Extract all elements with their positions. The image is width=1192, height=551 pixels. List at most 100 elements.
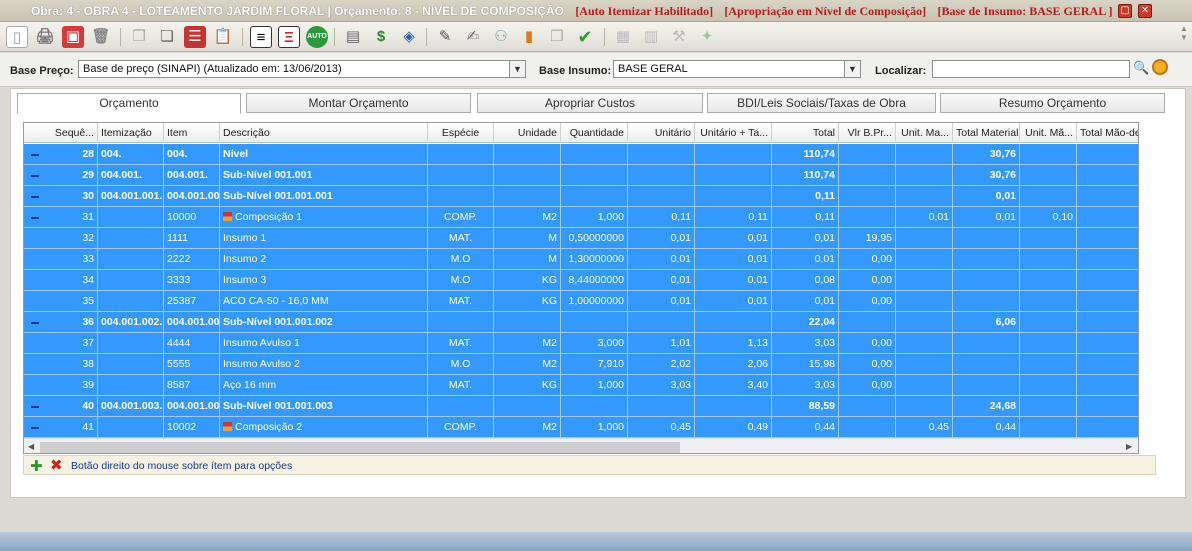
column-header[interactable]: Unitário — [628, 123, 695, 143]
column-header[interactable]: Unit. Ma... — [896, 123, 953, 143]
tab-apropriar-custos[interactable]: Apropriar Custos — [477, 93, 703, 113]
column-header[interactable]: Unit. Mã... — [1020, 123, 1077, 143]
itemize-icon[interactable]: Ξ — [278, 26, 300, 48]
table-row[interactable]: 28 004. 004. Nível 110,74 30,76 — [24, 144, 1138, 165]
cell-total-material — [953, 291, 1020, 312]
cell-unidade — [494, 312, 561, 333]
scroll-right-icon[interactable]: ▶ — [1126, 442, 1132, 451]
cell-especie: MAT. — [428, 333, 494, 354]
tab-montar-orcamento[interactable]: Montar Orçamento — [246, 93, 471, 113]
table-row[interactable]: 31 10000 Composição 1 COMP. M2 1,000 0,11 0,11 0… — [24, 207, 1138, 228]
cell-unit-ma: 0,45 — [896, 417, 953, 438]
calculator-icon[interactable]: ▤ — [342, 26, 364, 48]
wrench-icon[interactable]: ⚒ — [668, 26, 690, 48]
cell-unitario — [628, 144, 695, 165]
column-header[interactable]: Descrição — [220, 123, 428, 143]
cell-especie — [428, 186, 494, 207]
levels-icon[interactable]: ☰ — [184, 26, 206, 48]
list-view-icon[interactable]: ≡ — [250, 26, 272, 48]
search-icon[interactable]: 🔍 — [1133, 60, 1149, 76]
cell-vlr-bpr: 0,00 — [839, 375, 896, 396]
column-header[interactable]: Total — [772, 123, 839, 143]
cell-itemizacao — [98, 270, 164, 291]
base-insumo-select[interactable]: BASE GERAL — [613, 60, 845, 78]
table-row[interactable]: 39 8587 Aço 16 mm MAT. KG 1,000 3,03 3,40 3,03 0,… — [24, 375, 1138, 396]
base-insumo-label: Base Insumo: — [539, 65, 612, 77]
horizontal-scroll-thumb[interactable] — [40, 442, 680, 453]
save-icon[interactable]: ▣ — [62, 26, 84, 48]
duplicate-icon[interactable]: ❒ — [546, 26, 568, 48]
table-row[interactable]: 38 5555 Insumo Avulso 2 M.O M2 7,910 2,02 2,06 1… — [24, 354, 1138, 375]
auto-icon[interactable]: AUTO — [306, 26, 328, 48]
chevron-down-icon[interactable]: ▼ — [510, 60, 526, 78]
tools-icon[interactable]: ✎ — [434, 26, 456, 48]
cell-itemizacao: 004.001.002. — [98, 312, 164, 333]
cell-vlr-bpr: 0,00 — [839, 270, 896, 291]
search-input[interactable] — [932, 60, 1130, 78]
table-row[interactable]: 35 25387 ACO CA-50 - 16,0 MM MAT. KG 1,000000… — [24, 291, 1138, 312]
paste-icon[interactable]: ❏ — [156, 26, 178, 48]
column-header[interactable]: Espécie — [428, 123, 494, 143]
column-header[interactable]: Unidade — [494, 123, 561, 143]
horizontal-scrollbar[interactable]: ◀ ▶ — [24, 438, 1138, 453]
people-icon[interactable]: ⚇ — [490, 26, 512, 48]
cell-itemizacao — [98, 417, 164, 438]
cell-itemizacao: 004.001.003. — [98, 396, 164, 417]
table-row[interactable]: 34 3333 Insumo 3 M.O KG 8,44000000 0,01 0,01 0,0… — [24, 270, 1138, 291]
cell-descricao: Insumo 2 — [220, 249, 428, 270]
cell-total-material — [953, 354, 1020, 375]
column-header[interactable]: Item — [164, 123, 220, 143]
chevron-down-icon[interactable]: ▼ — [845, 60, 861, 78]
column-header[interactable]: Quantidade — [561, 123, 628, 143]
trash-icon[interactable]: 🗑 — [90, 26, 112, 48]
chart-icon[interactable]: ▮ — [518, 26, 540, 48]
book-icon[interactable]: ▥ — [640, 26, 662, 48]
cell-quantidade: 1,30000000 — [561, 249, 628, 270]
copy-icon[interactable]: ❐ — [128, 26, 150, 48]
money-icon[interactable]: $ — [370, 26, 392, 48]
cell-unit-ma: 0,01 — [896, 207, 953, 228]
settings-arrow-icon[interactable]: ✦ — [696, 26, 718, 48]
clipboard-icon[interactable]: 📋 — [212, 26, 234, 48]
check-icon[interactable]: ✔ — [574, 26, 596, 48]
tab-bdi[interactable]: BDI/Leis Sociais/Taxas de Obra — [707, 93, 936, 113]
column-header[interactable]: Unitário + Ta... — [695, 123, 772, 143]
column-header[interactable]: Itemização — [98, 123, 164, 143]
cell-especie: M.O — [428, 270, 494, 291]
edit-icon[interactable]: ✍ — [462, 26, 484, 48]
cell-seq: 38 — [24, 354, 98, 375]
print-icon[interactable]: 🖨 — [34, 26, 56, 48]
column-header[interactable]: Total Mão-de — [1077, 123, 1138, 143]
scroll-left-icon[interactable]: ◀ — [28, 442, 34, 451]
tag-icon[interactable]: ◈ — [398, 26, 420, 48]
toolbar-scroll-icon[interactable]: ▲ ▼ — [1178, 24, 1190, 50]
cell-unitario-ta: 0,01 — [695, 249, 772, 270]
add-icon[interactable]: ✚ — [30, 457, 43, 475]
maximize-button[interactable]: ▢ — [1118, 4, 1132, 18]
table-row[interactable]: 36004.001.002.004.001.002.Sub-Nível 001.… — [24, 312, 1138, 333]
delete-icon[interactable]: ✖ — [50, 456, 63, 474]
tab-resumo-orcamento[interactable]: Resumo Orçamento — [940, 93, 1165, 113]
column-header[interactable]: Total Material — [953, 123, 1020, 143]
table-row[interactable]: 37 4444 Insumo Avulso 1 MAT. M2 3,000 1,01 1,13… — [24, 333, 1138, 354]
base-preco-select[interactable]: Base de preço (SINAPI) (Atualizado em: 1… — [78, 60, 510, 78]
cell-unitario-ta: 2,06 — [695, 354, 772, 375]
table-row[interactable]: 30004.001.001.004.001.001.Sub-Nível 001.… — [24, 186, 1138, 207]
cell-item: 10002 — [164, 417, 220, 438]
report-icon[interactable]: ▦ — [612, 26, 634, 48]
column-header[interactable]: Sequê... — [24, 123, 98, 143]
cell-quantidade — [561, 144, 628, 165]
cell-seq: 36 — [24, 312, 98, 333]
window-title-main: Obra: 4 - OBRA 4 - LOTEAMENTO JARDIM FLO… — [31, 4, 564, 18]
table-row[interactable]: 41 10002 Composição 2 COMP. M2 1,000 0,45 0,49 0… — [24, 417, 1138, 438]
column-header[interactable]: Vlr B.Pr... — [839, 123, 896, 143]
close-button[interactable]: ✕ — [1138, 4, 1152, 18]
table-row[interactable]: 40004.001.003.004.001.003.Sub-Nível 001.… — [24, 396, 1138, 417]
gear-icon[interactable] — [1152, 59, 1168, 75]
new-document-icon[interactable]: ▯ — [6, 26, 28, 48]
table-row[interactable]: 29 004.001. 004.001. Sub-Nível 001.001 110,7… — [24, 165, 1138, 186]
table-row[interactable]: 33 2222 Insumo 2 M.O M 1,30000000 0,01 0,01 0,01… — [24, 249, 1138, 270]
cell-unit-ma — [896, 354, 953, 375]
tab-orcamento[interactable]: Orçamento — [17, 93, 241, 114]
table-row[interactable]: 32 1111 Insumo 1 MAT. M 0,50000000 0,01 0,01 0,0… — [24, 228, 1138, 249]
